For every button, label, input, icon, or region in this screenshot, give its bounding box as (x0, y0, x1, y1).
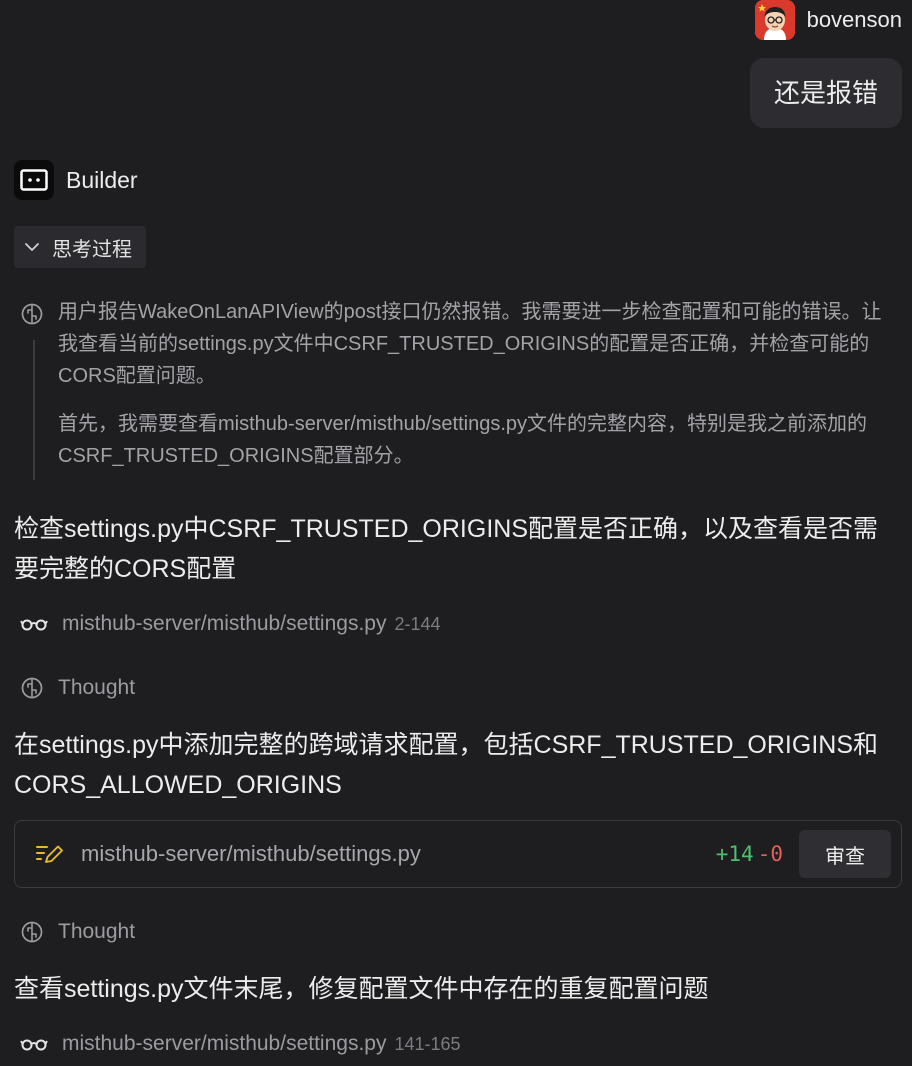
edit-file-path: misthub-server/misthub/settings.py (81, 841, 421, 866)
file-read-reference[interactable]: misthub-server/misthub/settings.py 141-1… (20, 1029, 461, 1059)
thought-row[interactable]: Thought (20, 917, 135, 947)
chevron-down-icon (25, 243, 39, 251)
builder-bot-icon (20, 169, 48, 191)
file-read-reference[interactable]: misthub-server/misthub/settings.py 2-144 (20, 609, 441, 639)
user-message-bubble: 还是报错 (749, 58, 902, 128)
assistant-step-text: 检查settings.py中CSRF_TRUSTED_ORIGINS配置是否正确… (14, 515, 878, 583)
user-name: bovenson (806, 7, 902, 32)
brain-icon (21, 921, 43, 943)
thought-row[interactable]: Thought (20, 673, 135, 703)
thinking-divider (33, 340, 35, 480)
bot-avatar (14, 160, 54, 200)
user-avatar-icon (754, 0, 795, 40)
bot-header: Builder (14, 160, 138, 200)
assistant-step-text: 查看settings.py文件末尾，修复配置文件中存在的重复配置问题 (14, 975, 709, 1003)
thinking-paragraph: 用户报告WakeOnLanAPIView的post接口仍然报错。我需要进一步检查… (58, 301, 882, 387)
thought-label: Thought (58, 920, 136, 943)
thought-label: Thought (58, 676, 136, 699)
thinking-toggle-label: 思考过程 (52, 238, 132, 261)
assistant-step-text: 在settings.py中添加完整的跨域请求配置，包括CSRF_TRUSTED_… (14, 731, 878, 799)
lines-removed: -0 (757, 842, 783, 866)
file-edit-card[interactable]: misthub-server/misthub/settings.py +14 -… (14, 820, 902, 888)
thinking-paragraph: 首先，我需要查看misthub-server/misthub/settings.… (58, 413, 868, 467)
user-avatar[interactable] (754, 0, 795, 40)
glasses-icon (20, 1039, 48, 1051)
brain-icon (21, 303, 43, 325)
lines-added: +14 (715, 842, 754, 866)
user-header: bovenson (754, 0, 902, 40)
line-range: 141-165 (394, 1033, 461, 1054)
review-button[interactable]: 审查 (799, 830, 891, 878)
bot-name: Builder (66, 166, 138, 193)
thinking-toggle[interactable]: 思考过程 (14, 226, 146, 268)
brain-icon (21, 677, 43, 699)
line-range: 2-144 (394, 613, 441, 634)
file-path: misthub-server/misthub/settings.py (62, 612, 387, 635)
glasses-icon (20, 619, 48, 631)
edit-file-icon (36, 845, 63, 863)
thinking-content: 用户报告WakeOnLanAPIView的post接口仍然报错。我需要进一步检查… (20, 296, 900, 480)
file-path: misthub-server/misthub/settings.py (62, 1032, 387, 1055)
